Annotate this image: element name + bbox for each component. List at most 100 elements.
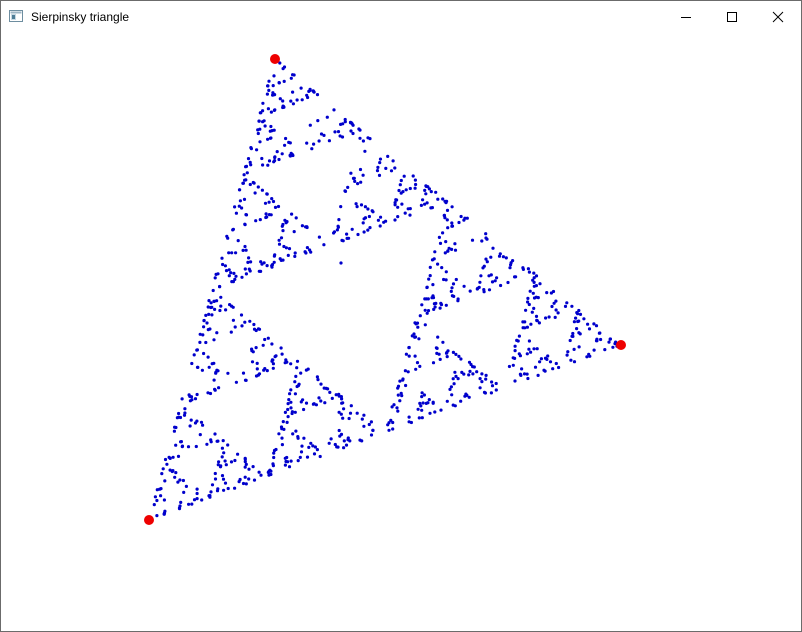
sierpinski-point [545, 291, 549, 295]
sierpinski-point [223, 481, 228, 485]
sierpinski-point [188, 424, 192, 428]
sierpinski-point [315, 375, 319, 379]
sierpinski-point [397, 188, 401, 193]
sierpinski-point [526, 376, 530, 381]
sierpinski-point [247, 467, 251, 471]
sierpinski-point [435, 346, 439, 350]
close-button[interactable] [755, 1, 801, 32]
sierpinski-point [255, 148, 259, 152]
sierpinski-point [304, 401, 309, 405]
sierpinski-point [216, 439, 220, 443]
sierpinski-point [264, 212, 268, 216]
sierpinski-point [195, 348, 199, 352]
sierpinski-point [342, 407, 346, 411]
title-bar[interactable]: Sierpinsky triangle [1, 1, 801, 32]
sierpinski-point [178, 478, 182, 482]
sierpinski-point [254, 219, 258, 223]
sierpinski-point [396, 215, 400, 219]
sierpinski-point [534, 295, 538, 299]
sierpinski-point [273, 159, 277, 163]
sierpinski-point [408, 213, 412, 217]
sierpinski-point [568, 338, 572, 343]
sierpinski-point [427, 187, 431, 191]
sierpinski-point [304, 225, 308, 229]
sierpinski-point [463, 394, 467, 398]
sierpinski-point [393, 201, 397, 205]
sierpinski-point [417, 337, 421, 341]
sierpinski-point [449, 289, 453, 293]
sierpinski-point [431, 283, 435, 287]
sierpinski-point [332, 231, 336, 235]
sierpinski-point [248, 319, 252, 323]
sierpinski-point [305, 141, 309, 145]
sierpinski-point [577, 345, 581, 349]
sierpinski-point [484, 377, 488, 381]
sierpinski-point [267, 79, 271, 83]
sierpinski-point [341, 416, 345, 420]
sierpinski-point [356, 182, 360, 186]
sierpinski-point [407, 354, 411, 358]
sierpinski-point [328, 390, 332, 394]
sierpinski-point [428, 411, 432, 415]
sierpinski-point [160, 472, 164, 476]
sierpinski-point [348, 411, 353, 415]
sierpinski-point [436, 197, 440, 201]
sierpinski-point [277, 242, 282, 246]
sierpinski-point [254, 346, 258, 350]
sierpinski-point [527, 339, 532, 343]
sierpinski-point [267, 200, 271, 204]
sierpinski-point [296, 459, 300, 463]
sierpinski-point [317, 139, 321, 143]
maximize-button[interactable] [709, 1, 755, 32]
sierpinski-point [487, 274, 491, 278]
sierpinski-point [547, 315, 551, 319]
sierpinski-point [552, 301, 556, 305]
sierpinski-point [536, 373, 540, 377]
sierpinski-point [451, 350, 455, 354]
sierpinski-point [433, 410, 437, 414]
sierpinski-point [213, 477, 218, 481]
sierpinski-point [285, 360, 289, 364]
sierpinski-point [528, 289, 532, 293]
sierpinski-point [420, 416, 424, 420]
sierpinski-point [233, 458, 237, 463]
sierpinski-point [413, 186, 417, 190]
sierpinski-point [284, 221, 288, 225]
sierpinski-point [484, 232, 488, 236]
sierpinski-point [215, 331, 219, 335]
sierpinski-point [271, 91, 275, 95]
sierpinski-point [453, 248, 458, 252]
sierpinski-point [338, 134, 342, 138]
sierpinski-point [310, 147, 314, 151]
sierpinski-point [398, 183, 402, 187]
sierpinski-point [431, 294, 435, 298]
sierpinski-point [532, 284, 536, 288]
sierpinski-point [207, 312, 211, 316]
sierpinski-point [269, 469, 273, 473]
sierpinski-point [245, 171, 249, 175]
sierpinski-point [454, 277, 458, 282]
minimize-button[interactable] [663, 1, 709, 32]
sierpinski-point [206, 305, 210, 309]
sierpinski-point [478, 377, 482, 381]
sierpinski-point [420, 303, 424, 307]
sierpinski-point [314, 403, 318, 407]
sierpinski-point [289, 388, 293, 392]
sierpinski-point [480, 239, 484, 243]
sierpinski-point [260, 156, 264, 161]
sierpinski-point [258, 140, 262, 144]
sierpinski-point [155, 514, 159, 518]
sierpinski-point [284, 459, 288, 464]
sierpinski-point [210, 483, 215, 487]
sierpinski-point [273, 205, 278, 209]
sierpinski-point [258, 127, 262, 131]
sierpinski-point [393, 218, 397, 222]
sierpinski-point [292, 230, 296, 234]
sierpinski-point [532, 271, 536, 275]
sierpinski-point [300, 224, 304, 228]
sierpinski-point [439, 408, 443, 412]
sierpinski-point [251, 350, 255, 354]
sierpinski-point [284, 246, 288, 250]
sierpinski-point [175, 416, 179, 420]
sierpinski-point [202, 351, 206, 356]
